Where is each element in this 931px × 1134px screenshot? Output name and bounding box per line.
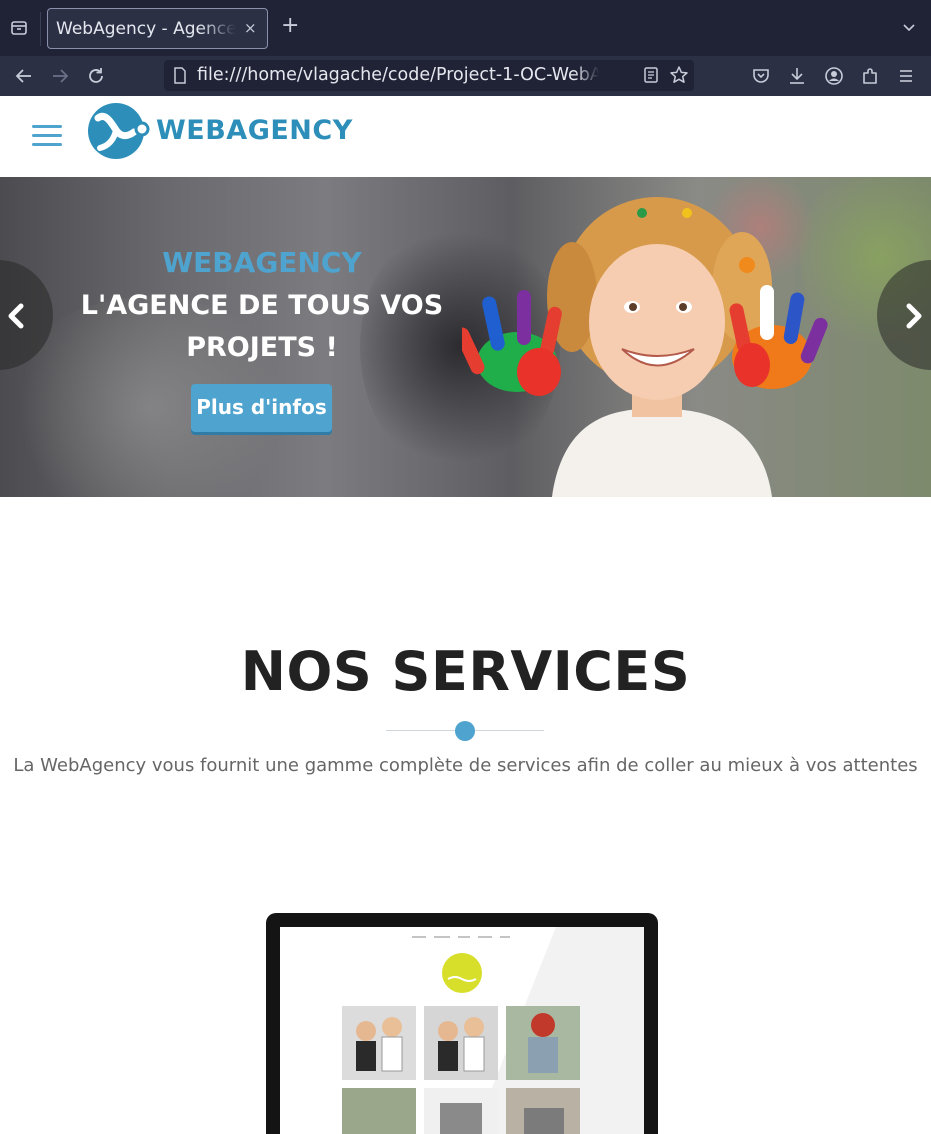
chevron-right-icon — [906, 303, 922, 329]
browser-tab-active[interactable]: WebAgency - Agence web × — [47, 8, 268, 49]
chevron-left-icon — [8, 303, 24, 329]
extensions-icon[interactable] — [859, 65, 881, 87]
pocket-icon[interactable] — [750, 65, 772, 87]
hero-child-photo — [462, 197, 828, 497]
laptop-mockup-image — [266, 913, 658, 1134]
tab-separator — [40, 12, 41, 46]
address-bar[interactable]: file:///home/vlagache/code/Project-1-OC-… — [164, 60, 694, 91]
reader-view-icon[interactable] — [642, 66, 660, 84]
new-tab-icon[interactable]: + — [281, 15, 299, 37]
back-arrow-icon[interactable] — [13, 65, 35, 87]
url-text[interactable]: file:///home/vlagache/code/Project-1-OC-… — [197, 65, 599, 87]
hero-brand: WEBAGENCY — [162, 246, 362, 279]
logo-text[interactable]: WEBAGENCY — [156, 115, 353, 146]
hero-carousel: WEBAGENCY L'AGENCE DE TOUS VOS PROJETS !… — [0, 177, 931, 497]
downloads-icon[interactable] — [786, 65, 808, 87]
menu-icon[interactable] — [895, 65, 917, 87]
web-page: WEBAGENCY WEBAGENCY L'AGENCE DE TOUS VOS… — [0, 96, 931, 1134]
browser-nav-bar: file:///home/vlagache/code/Project-1-OC-… — [0, 56, 931, 96]
reload-icon[interactable] — [85, 65, 107, 87]
forward-arrow-icon[interactable] — [49, 65, 71, 87]
hero-tagline: L'AGENCE DE TOUS VOS PROJETS ! — [80, 290, 444, 363]
tab-title: WebAgency - Agence web — [56, 19, 236, 39]
page-icon — [174, 67, 186, 84]
services-heading: NOS SERVICES — [240, 640, 691, 703]
browser-tab-bar: WebAgency - Agence web × + — [0, 0, 931, 56]
hamburger-menu-icon[interactable] — [32, 123, 62, 147]
tab-close-icon[interactable]: × — [244, 19, 257, 37]
account-icon[interactable] — [823, 65, 845, 87]
section-divider — [386, 719, 544, 743]
divider-dot — [455, 721, 475, 741]
bookmark-star-icon[interactable] — [669, 65, 689, 85]
more-info-button[interactable]: Plus d'infos — [191, 384, 332, 432]
services-description: La WebAgency vous fournit une gamme comp… — [13, 755, 918, 776]
tab-list-chevron-icon[interactable] — [900, 18, 918, 36]
webagency-logo-icon[interactable] — [86, 102, 150, 160]
firefox-view-icon[interactable] — [10, 19, 28, 37]
site-header: WEBAGENCY — [0, 96, 931, 177]
